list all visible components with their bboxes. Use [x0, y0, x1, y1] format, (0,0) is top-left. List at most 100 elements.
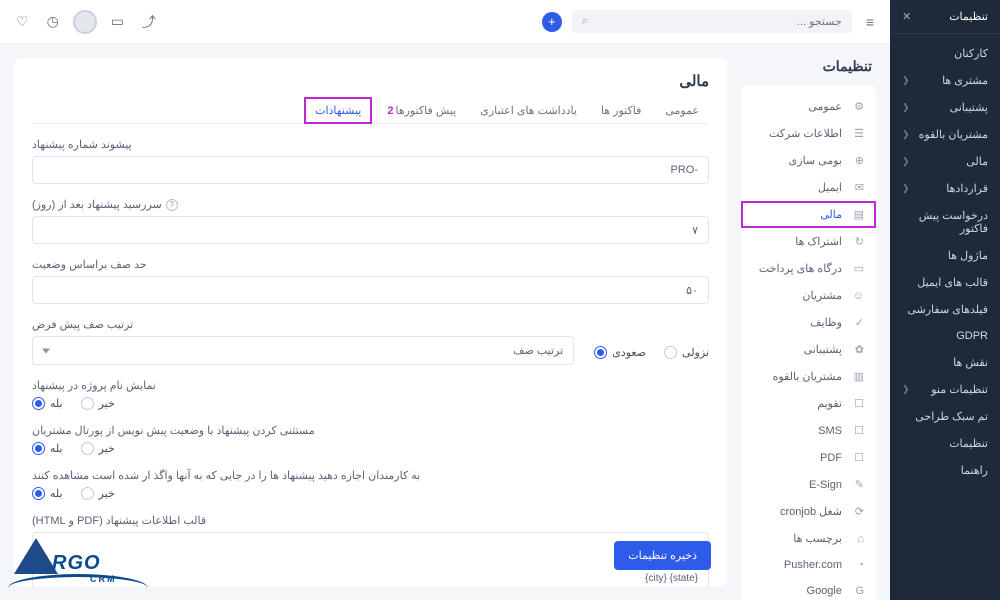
settings-menu-item[interactable]: ☐PDF: [741, 444, 876, 471]
limit-label: حد صف براساس وضعیت: [32, 258, 709, 271]
settings-menu-item[interactable]: ☺مشتریان: [741, 282, 876, 309]
exclude-draft-label: مستثنی کردن پیشنهاد با وضعیت پیش نویس از…: [32, 424, 709, 437]
nav-item[interactable]: GDPR: [890, 323, 1000, 349]
menu-item-icon: ⚙: [850, 100, 864, 113]
sort-asc-radio[interactable]: صعودی: [594, 346, 646, 359]
search-icon: ⌕: [582, 15, 588, 28]
settings-menu-item[interactable]: ✉ایمیل: [741, 174, 876, 201]
clipboard-icon[interactable]: ▭: [107, 9, 128, 34]
settings-menu-item[interactable]: ▥مشتریان بالقوه: [741, 363, 876, 390]
close-icon[interactable]: ✕: [902, 10, 911, 23]
nav-item[interactable]: مالی❮: [890, 148, 1000, 175]
nav-item[interactable]: درخواست پیش فاکتور: [890, 202, 1000, 242]
save-button[interactable]: ذخیره تنظیمات: [614, 541, 711, 570]
prefix-label: پیشوند شماره پیشنهاد: [32, 138, 709, 151]
radio-icon: [81, 442, 94, 455]
settings-menu-item[interactable]: ☐SMS: [741, 417, 876, 444]
settings-menu-item[interactable]: ✎E-Sign: [741, 471, 876, 498]
radio-icon: [32, 397, 45, 410]
add-button[interactable]: +: [542, 12, 562, 32]
avatar[interactable]: [73, 10, 97, 34]
settings-title: تنظیمات: [741, 58, 876, 75]
menu-item-icon: ▭: [850, 262, 864, 275]
menu-item-icon: ✎: [850, 478, 864, 491]
menu-item-icon: ▤: [850, 208, 864, 221]
prefix-input[interactable]: [32, 156, 709, 184]
menu-icon[interactable]: ≡: [862, 10, 878, 34]
radio-icon: [81, 487, 94, 500]
settings-menu-item[interactable]: ✓وظایف: [741, 309, 876, 336]
settings-menu-item[interactable]: ↻اشتراک ها: [741, 228, 876, 255]
sort-select[interactable]: ترتیب صف: [32, 336, 574, 365]
menu-item-icon: ⊕: [850, 154, 864, 167]
nav-item[interactable]: پشتیبانی❮: [890, 94, 1000, 121]
menu-item-icon: ✉: [850, 181, 864, 194]
due-label: سررسید پیشنهاد بعد از (روز): [32, 198, 162, 211]
search-wrap: ⌕: [572, 10, 852, 33]
settings-menu-item[interactable]: ☰اطلاعات شرکت: [741, 120, 876, 147]
nav-item[interactable]: ماژول ها: [890, 242, 1000, 269]
tab[interactable]: پیشنهادات: [305, 98, 371, 123]
clock-icon[interactable]: ◷: [43, 9, 63, 34]
template-textarea[interactable]: [32, 532, 709, 586]
settings-menu-item[interactable]: ☐تقویم: [741, 390, 876, 417]
nav-item[interactable]: تم سبک طراحی: [890, 403, 1000, 430]
nav-item[interactable]: مشتری ها❮: [890, 67, 1000, 94]
tab[interactable]: عمومی: [655, 98, 709, 123]
chevron-left-icon: ❮: [902, 129, 910, 140]
allow-yes-radio[interactable]: بله: [32, 487, 63, 500]
nav-item[interactable]: کارکنان: [890, 40, 1000, 67]
menu-item-icon: ☐: [850, 424, 864, 437]
menu-item-icon: G: [850, 585, 864, 597]
due-input[interactable]: [32, 216, 709, 244]
chevron-left-icon: ❮: [902, 156, 910, 167]
sort-desc-radio[interactable]: نزولی: [664, 346, 709, 359]
main-nav-sidebar: تنظیمات ✕ کارکنانمشتری ها❮پشتیبانی❮مشتری…: [890, 0, 1000, 600]
tab[interactable]: یادداشت های اعتباری: [470, 98, 587, 123]
nav-item[interactable]: قراردادها❮: [890, 175, 1000, 202]
nav-item[interactable]: مشتریان بالقوه❮: [890, 121, 1000, 148]
nav-item[interactable]: تنظیمات: [890, 430, 1000, 457]
show-project-yes-radio[interactable]: بله: [32, 397, 63, 410]
menu-item-icon: ☺: [850, 290, 864, 302]
limit-input[interactable]: [32, 276, 709, 304]
page-title: مالی: [32, 72, 709, 90]
tab[interactable]: فاکتور ها: [591, 98, 651, 123]
nav-item[interactable]: راهنما: [890, 457, 1000, 484]
exclude-no-radio[interactable]: خیر: [81, 442, 115, 455]
help-icon[interactable]: ?: [166, 199, 178, 211]
settings-menu-item[interactable]: ◔Pusher.com: [741, 552, 876, 578]
show-project-no-radio[interactable]: خیر: [81, 397, 115, 410]
search-input[interactable]: [596, 16, 842, 28]
settings-menu-item[interactable]: ▭درگاه های پرداخت: [741, 255, 876, 282]
nav-item[interactable]: قالب های ایمیل: [890, 269, 1000, 296]
settings-menu-panel: ⚙عمومی☰اطلاعات شرکت⊕بومی سازی✉ایمیل▤مالی…: [741, 85, 876, 600]
menu-item-icon: ⌂: [850, 533, 864, 545]
settings-menu-item[interactable]: ⌂برچسب ها: [741, 525, 876, 552]
settings-menu-item[interactable]: ⟳شغل cronjob: [741, 498, 876, 525]
radio-icon: [32, 487, 45, 500]
settings-menu-item[interactable]: ✿پشتیبانی: [741, 336, 876, 363]
share-icon[interactable]: ⤴: [138, 8, 160, 36]
tabs: عمومیفاکتور هایادداشت های اعتباریپیش فاک…: [32, 98, 709, 124]
allow-staff-label: به کارمندان اجازه دهید پیشنهاد ها را در …: [32, 469, 709, 482]
allow-no-radio[interactable]: خیر: [81, 487, 115, 500]
menu-item-icon: ⟳: [850, 505, 864, 518]
sidebar-title: تنظیمات: [949, 10, 988, 23]
bell-icon[interactable]: ♡: [12, 9, 33, 34]
radio-icon: [664, 346, 677, 359]
chevron-left-icon: ❮: [902, 102, 910, 113]
nav-item[interactable]: فیلدهای سفارشی: [890, 296, 1000, 323]
settings-menu-item[interactable]: ⚙عمومی: [741, 93, 876, 120]
settings-menu-item[interactable]: GGoogle: [741, 578, 876, 600]
radio-icon: [81, 397, 94, 410]
tab[interactable]: پیش فاکتورها2: [375, 98, 466, 123]
nav-item[interactable]: نقش ها: [890, 349, 1000, 376]
topbar: ≡ ⌕ + ⤴ ▭ ◷ ♡: [0, 0, 890, 44]
show-project-label: نمایش نام پروژه در پیشنهاد: [32, 379, 709, 392]
settings-menu-item[interactable]: ⊕بومی سازی: [741, 147, 876, 174]
nav-item[interactable]: تنظیمات منو❮: [890, 376, 1000, 403]
settings-menu-item[interactable]: ▤مالی: [741, 201, 876, 228]
menu-item-icon: ▥: [850, 370, 864, 383]
exclude-yes-radio[interactable]: بله: [32, 442, 63, 455]
